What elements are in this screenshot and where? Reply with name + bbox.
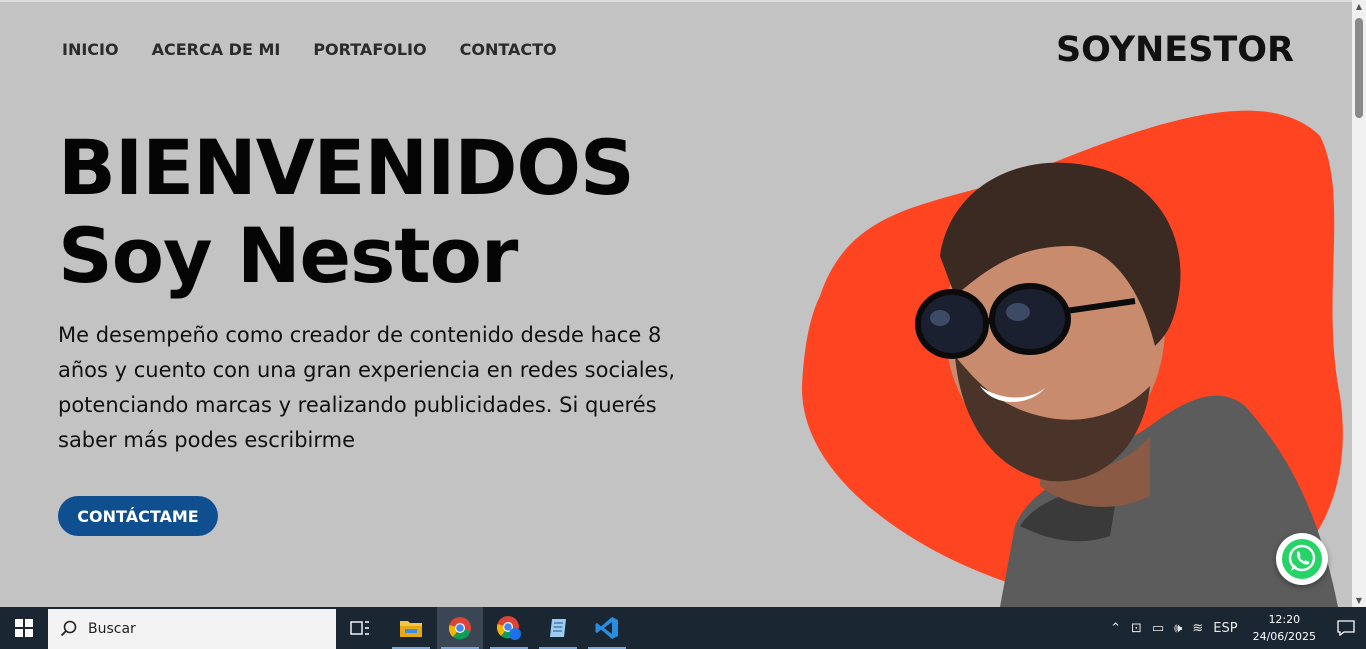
search-icon (60, 620, 77, 637)
chrome-icon (448, 617, 471, 640)
chrome-profile-icon (496, 616, 521, 640)
battery-icon[interactable]: ▭ (1152, 621, 1164, 636)
nav-item-inicio[interactable]: INICIO (62, 40, 119, 59)
taskbar-search[interactable]: Buscar (48, 609, 336, 649)
scroll-down-arrow-icon[interactable]: ▼ (1355, 596, 1363, 605)
scroll-up-arrow-icon[interactable]: ▲ (1355, 2, 1363, 11)
folder-icon (400, 621, 422, 637)
notification-icon (1337, 620, 1355, 636)
hero-title-line2: Soy Nestor (58, 211, 518, 300)
whatsapp-icon (1282, 539, 1322, 579)
whatsapp-button[interactable] (1276, 533, 1328, 585)
chrome-button[interactable] (437, 607, 483, 649)
hero-title: BIENVENIDOS Soy Nestor (58, 123, 635, 300)
notepad-icon (550, 619, 566, 637)
task-view-icon (350, 621, 369, 635)
chevron-up-icon[interactable]: ⌃ (1110, 621, 1121, 636)
hero-description: Me desempeño como creador de contenido d… (58, 323, 676, 452)
clock[interactable]: 12:20 24/06/2025 (1253, 611, 1316, 645)
hero-title-line1: BIENVENIDOS (58, 123, 635, 212)
language-indicator[interactable]: ESP (1213, 621, 1237, 636)
webpage: INICIO ACERCA DE MI PORTAFOLIO CONTACTO … (0, 0, 1352, 607)
task-view-button[interactable] (337, 607, 383, 649)
portrait-illustration (801, 110, 1343, 607)
browser-top-edge (0, 0, 1352, 2)
file-explorer-button[interactable] (388, 607, 434, 649)
clock-time: 12:20 (1268, 613, 1301, 626)
windows-taskbar: Buscar ⌃ ⊡ ▭ 🕪 ≋ ESP 12:20 24/06/2025 (0, 607, 1366, 649)
nav-item-acerca-de-mi[interactable]: ACERCA DE MI (152, 40, 281, 59)
notification-button[interactable] (1326, 607, 1366, 649)
start-button[interactable] (0, 607, 48, 649)
scroll-thumb[interactable] (1355, 18, 1363, 118)
notepad-button[interactable] (535, 607, 581, 649)
vscode-button[interactable] (584, 607, 630, 649)
volume-icon[interactable]: 🕪 (1174, 621, 1182, 636)
wifi-icon[interactable]: ≋ (1192, 621, 1203, 636)
hero-image (790, 96, 1350, 607)
page-scrollbar[interactable]: ▲ ▼ (1352, 0, 1366, 607)
windows-icon (15, 619, 33, 637)
nav-item-contacto[interactable]: CONTACTO (460, 40, 557, 59)
contact-button[interactable]: CONTÁCTAME (58, 496, 218, 536)
vscode-icon (595, 617, 618, 639)
meet-icon[interactable]: ⊡ (1131, 621, 1142, 636)
system-tray: ⌃ ⊡ ▭ 🕪 ≋ ESP 12:20 24/06/2025 (1105, 607, 1366, 649)
site-logo[interactable]: SOYNESTOR (1056, 30, 1294, 70)
clock-date: 24/06/2025 (1252, 630, 1316, 643)
main-nav: INICIO ACERCA DE MI PORTAFOLIO CONTACTO (62, 40, 557, 59)
chrome-profile-button[interactable] (486, 607, 532, 649)
search-placeholder: Buscar (88, 621, 136, 637)
nav-item-portafolio[interactable]: PORTAFOLIO (313, 40, 426, 59)
